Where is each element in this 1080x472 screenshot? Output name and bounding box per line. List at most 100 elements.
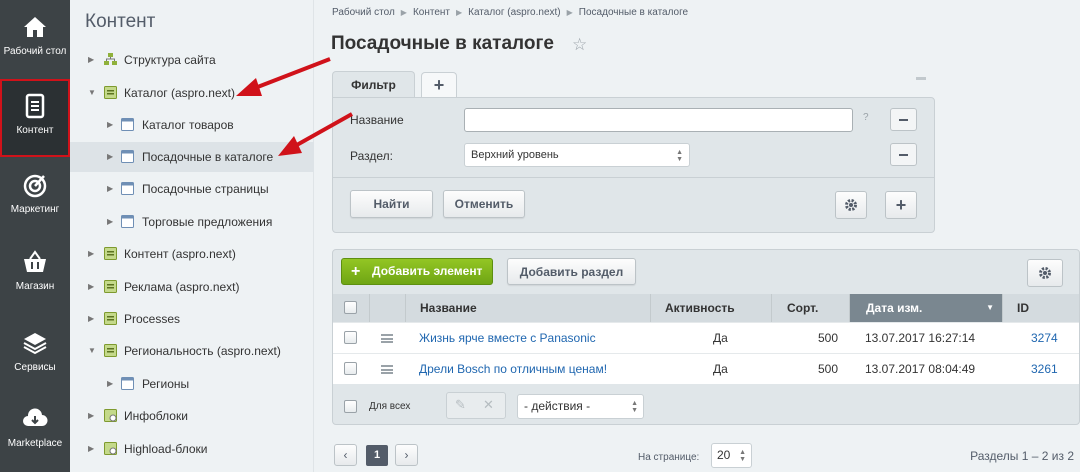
expand-arrow-icon[interactable]: ▶ — [88, 434, 94, 464]
breadcrumb-item[interactable]: Контент — [413, 7, 450, 18]
select-all-checkbox[interactable] — [344, 301, 357, 314]
tree-item-site-structure[interactable]: ▶ Структура сайта — [70, 45, 314, 75]
tree-item-label: Структура сайта — [124, 53, 216, 67]
table-row[interactable]: Дрели Bosch по отличным ценам! Да 500 13… — [333, 353, 1079, 384]
tree-item-infoblocks[interactable]: ▶ Инфоблоки — [70, 401, 314, 431]
section-icon — [121, 118, 134, 131]
add-filter-tab-button[interactable]: + — [421, 72, 457, 98]
element-name-link[interactable]: Жизнь ярче вместе с Panasonic — [419, 323, 596, 353]
breadcrumb-item[interactable]: Каталог (aspro.next) — [468, 7, 561, 18]
favorite-star-icon[interactable]: ☆ — [572, 35, 587, 55]
column-date-modified[interactable]: Дата изм. ▼ — [850, 294, 1003, 322]
column-active[interactable]: Активность — [651, 294, 772, 322]
menu-item-marketing[interactable]: Маркетинг — [0, 160, 70, 238]
menu-item-shop[interactable]: Магазин — [0, 237, 70, 315]
column-name[interactable]: Название — [406, 294, 651, 322]
section-select-value: Верхний уровень — [471, 149, 559, 161]
menu-item-marketplace[interactable]: Marketplace — [0, 394, 70, 472]
add-field-button[interactable]: + — [885, 191, 917, 219]
row-menu-icon[interactable] — [381, 365, 393, 374]
remove-field-button[interactable] — [890, 108, 917, 131]
tree-item-landing-pages[interactable]: ▶ Посадочные страницы — [70, 174, 314, 204]
prev-page-button[interactable]: ‹ — [334, 444, 357, 466]
tree-item-landing-in-catalog[interactable]: ▶ Посадочные в каталоге — [70, 142, 314, 172]
tree-item-label: Каталог товаров — [142, 118, 234, 132]
expand-arrow-icon[interactable]: ▶ — [88, 239, 94, 269]
for-all-checkbox[interactable] — [344, 400, 357, 413]
add-element-button[interactable]: + Добавить элемент — [341, 258, 493, 285]
table-row[interactable]: Жизнь ярче вместе с Panasonic Да 500 13.… — [333, 322, 1079, 353]
edit-pencil-icon[interactable]: ✎ — [455, 397, 466, 413]
tree-item-content-aspro[interactable]: ▶ Контент (aspro.next) — [70, 239, 314, 269]
breadcrumb-item[interactable]: Посадочные в каталоге — [579, 7, 688, 18]
delete-x-icon[interactable]: ✕ — [483, 397, 494, 413]
row-checkbox[interactable] — [344, 362, 357, 375]
tree-item-highload[interactable]: ▶ Highload-блоки — [70, 434, 314, 464]
filter-panel: Название ? Раздел: Верхний уровень ▲ ▼ На… — [332, 97, 935, 233]
tree-item-catalog-products[interactable]: ▶ Каталог товаров — [70, 110, 314, 140]
section-icon — [121, 215, 134, 228]
expand-arrow-icon[interactable]: ▶ — [88, 272, 94, 302]
tree-item-label: Каталог (aspro.next) — [124, 86, 235, 100]
breadcrumb-separator-icon: ▶ — [566, 8, 573, 17]
cancel-button[interactable]: Отменить — [443, 190, 525, 218]
home-icon — [24, 17, 46, 37]
expand-arrow-icon[interactable]: ▶ — [107, 207, 113, 237]
column-sort[interactable]: Сорт. — [772, 294, 850, 322]
tree-item-ads-aspro[interactable]: ▶ Реклама (aspro.next) — [70, 272, 314, 302]
pagination-summary: Разделы 1 – 2 из 2 — [970, 449, 1074, 463]
filter-name-input[interactable] — [464, 108, 853, 132]
breadcrumb-item[interactable]: Рабочий стол — [332, 7, 395, 18]
expand-arrow-icon[interactable]: ▶ — [107, 369, 113, 399]
next-page-button[interactable]: › — [395, 444, 418, 466]
column-id[interactable]: ID — [1003, 294, 1079, 322]
element-active: Да — [713, 362, 728, 376]
filter-section-label: Раздел: — [350, 149, 393, 163]
tree-item-trade-offers[interactable]: ▶ Торговые предложения — [70, 207, 314, 237]
element-name-link[interactable]: Дрели Bosch по отличным ценам! — [419, 354, 607, 384]
list-settings-button[interactable] — [1027, 259, 1063, 287]
expand-arrow-icon[interactable]: ▶ — [88, 401, 94, 431]
tree-item-label: Инфоблоки — [124, 409, 188, 423]
section-select[interactable]: Верхний уровень ▲ ▼ — [464, 143, 690, 167]
filter-settings-button[interactable] — [835, 191, 867, 219]
collapse-filter-icon[interactable] — [916, 77, 926, 80]
add-section-button[interactable]: Добавить раздел — [507, 258, 636, 285]
menu-item-services[interactable]: Сервисы — [0, 318, 70, 396]
header-actions-cell — [370, 294, 406, 322]
expand-arrow-icon[interactable]: ▶ — [88, 45, 94, 75]
group-edit-buttons: ✎ ✕ — [446, 392, 506, 419]
section-icon — [121, 377, 134, 390]
main-menu: Рабочий стол Контент Маркетинг Магазин С… — [0, 0, 70, 472]
remove-field-button[interactable] — [890, 143, 917, 166]
expand-arrow-icon[interactable]: ▶ — [107, 142, 113, 172]
expand-arrow-icon[interactable]: ▶ — [88, 304, 94, 334]
expand-arrow-icon[interactable]: ▶ — [107, 110, 113, 140]
main-content: Рабочий стол ▶ Контент ▶ Каталог (aspro.next… — [314, 0, 1080, 472]
tree-title: Контент — [85, 11, 156, 32]
content-tree-panel: Контент ▶ Структура сайта ▼ Каталог (asp… — [70, 0, 314, 472]
tree-item-regions[interactable]: ▶ Регионы — [70, 369, 314, 399]
row-menu-icon[interactable] — [381, 334, 393, 343]
menu-item-desktop[interactable]: Рабочий стол — [0, 2, 70, 80]
tree-item-catalog-aspro[interactable]: ▼ Каталог (aspro.next) — [70, 78, 314, 108]
iblock-icon — [104, 280, 117, 293]
find-button[interactable]: Найти — [350, 190, 433, 218]
plus-icon: + — [351, 263, 361, 280]
collapse-arrow-icon[interactable]: ▼ — [88, 336, 96, 366]
breadcrumb: Рабочий стол ▶ Контент ▶ Каталог (aspro.next… — [332, 7, 688, 18]
tree-item-regionality-aspro[interactable]: ▼ Региональность (aspro.next) — [70, 336, 314, 366]
tree-item-processes[interactable]: ▶ Processes — [70, 304, 314, 334]
help-icon[interactable]: ? — [863, 112, 869, 123]
element-id-link[interactable]: 3261 — [1031, 354, 1058, 384]
element-active: Да — [713, 331, 728, 345]
per-page-select[interactable]: 20 ▲ ▼ — [711, 443, 752, 468]
filter-tab[interactable]: Фильтр — [332, 71, 415, 98]
collapse-arrow-icon[interactable]: ▼ — [88, 78, 96, 108]
expand-arrow-icon[interactable]: ▶ — [107, 174, 113, 204]
select-arrows-icon: ▲ ▼ — [676, 149, 683, 163]
row-checkbox[interactable] — [344, 331, 357, 344]
element-id-link[interactable]: 3274 — [1031, 323, 1058, 353]
group-actions-select[interactable]: - действия - ▲ ▼ — [517, 394, 644, 419]
menu-item-content[interactable]: Контент — [0, 79, 70, 157]
